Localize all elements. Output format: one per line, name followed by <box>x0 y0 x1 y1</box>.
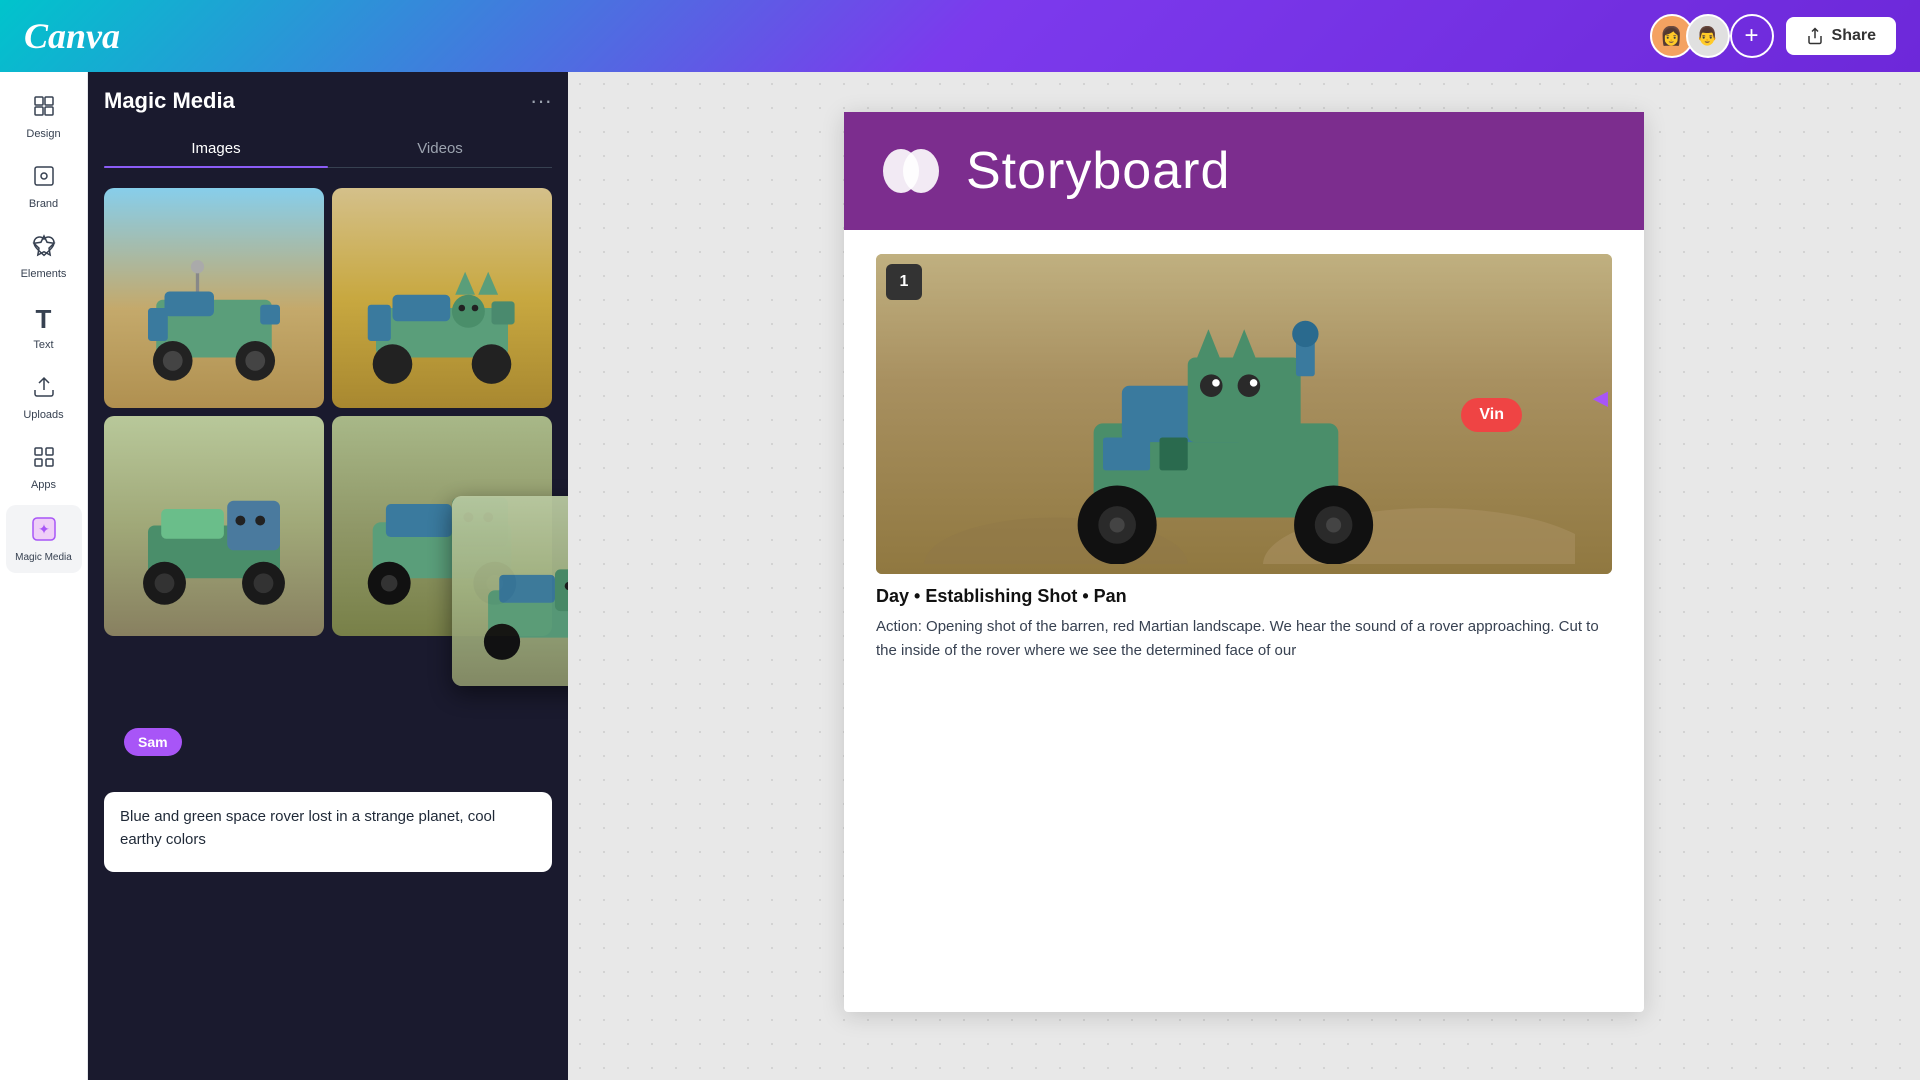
canva-logo[interactable]: Canva <box>24 15 120 57</box>
apps-label: Apps <box>31 479 56 491</box>
text-icon: T <box>36 304 52 335</box>
add-collaborator-button[interactable]: + <box>1730 14 1774 58</box>
rover-svg-2 <box>343 251 541 398</box>
magic-media-icon: ✦ <box>30 515 58 548</box>
tab-videos[interactable]: Videos <box>328 130 552 167</box>
image-grid: Sam <box>104 188 552 636</box>
image-cell-2[interactable] <box>332 188 552 408</box>
storyboard-title: Storyboard <box>966 141 1230 201</box>
panel-more-button[interactable]: ··· <box>530 88 552 114</box>
apps-icon <box>32 445 56 475</box>
shot-title: Day • Establishing Shot • Pan <box>876 586 1612 607</box>
frame-1-container: 1 <box>876 254 1612 663</box>
collaborators-group: 👩 👨 + <box>1650 14 1774 58</box>
sidebar-item-text[interactable]: T Text <box>6 294 82 361</box>
prompt-input[interactable]: Blue and green space rover lost in a str… <box>104 792 552 872</box>
storyboard-body: 1 <box>844 230 1644 703</box>
canvas-area: Storyboard 1 <box>568 72 1920 1080</box>
panel-tabs: Images Videos <box>104 130 552 168</box>
main-content: Design Brand Elements T Text <box>0 72 1920 1080</box>
rover-svg-3 <box>115 458 313 626</box>
sidebar-item-elements[interactable]: Elements <box>6 224 82 290</box>
brand-icon <box>32 164 56 194</box>
image-cell-1[interactable] <box>104 188 324 408</box>
main-rover-svg <box>913 301 1575 565</box>
panel-header: Magic Media ··· <box>104 88 552 114</box>
image-cell-3[interactable] <box>104 416 324 636</box>
dragging-image <box>452 496 568 686</box>
uploads-icon <box>32 375 56 405</box>
text-label: Text <box>33 339 53 351</box>
app-header: Canva 👩 👨 + Share <box>0 0 1920 72</box>
design-icon <box>32 94 56 124</box>
share-icon <box>1806 27 1824 45</box>
panel-title: Magic Media <box>104 88 235 114</box>
uploads-label: Uploads <box>23 409 63 421</box>
elements-icon <box>32 234 56 264</box>
magic-media-label: Magic Media <box>15 552 72 563</box>
sidebar-item-design[interactable]: Design <box>6 84 82 150</box>
avatar-2: 👨 <box>1686 14 1730 58</box>
tab-images[interactable]: Images <box>104 130 328 167</box>
design-label: Design <box>26 128 60 140</box>
storyboard-canvas: Storyboard 1 <box>844 112 1644 1012</box>
elements-label: Elements <box>21 268 67 280</box>
magic-media-panel: Magic Media ··· Images Videos <box>88 72 568 1080</box>
storyboard-logo <box>876 136 946 206</box>
sidebar-item-apps[interactable]: Apps <box>6 435 82 501</box>
svg-text:✦: ✦ <box>38 521 50 537</box>
frame-1-image: 1 <box>876 254 1612 574</box>
share-button[interactable]: Share <box>1786 17 1896 55</box>
sidebar: Design Brand Elements T Text <box>0 72 88 1080</box>
shot-action: Action: Opening shot of the barren, red … <box>876 615 1612 663</box>
frame-number-1: 1 <box>886 264 922 300</box>
header-right: 👩 👨 + Share <box>1650 14 1896 58</box>
rover-svg-1 <box>115 251 313 398</box>
brand-label: Brand <box>29 198 58 210</box>
sidebar-item-uploads[interactable]: Uploads <box>6 365 82 431</box>
sidebar-item-brand[interactable]: Brand <box>6 154 82 220</box>
share-label: Share <box>1832 27 1876 45</box>
comment-arrow-icon: ◀ <box>1593 386 1608 411</box>
shot-info: Day • Establishing Shot • Pan Action: Op… <box>876 586 1612 663</box>
storyboard-header: Storyboard <box>844 112 1644 230</box>
sidebar-item-magic-media[interactable]: ✦ Magic Media <box>6 505 82 573</box>
vin-badge: Vin <box>1461 398 1522 432</box>
sam-cursor-badge: Sam <box>124 728 182 756</box>
